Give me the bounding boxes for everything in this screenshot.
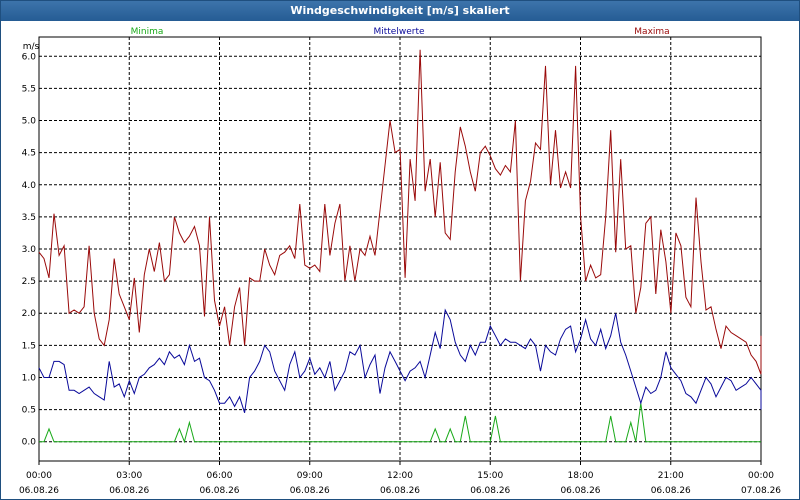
wind-speed-chart: 0.0 0.5 1.0 1.5 2.0 2.5 3.0 3.5 4.0 4.5 5.0 5.5 6.0 0…: [19, 27, 781, 496]
y-tick-label: 1.5: [22, 341, 36, 351]
y-tick-label: 2.5: [22, 277, 36, 287]
x-tick-date-label: 06.08.26: [470, 486, 510, 496]
x-tick-date-label: 06.08.26: [290, 486, 330, 496]
y-tick-label: 5.0: [22, 117, 37, 127]
x-tick-time-label: 09:00: [297, 471, 323, 481]
x-tick-time-label: 12:00: [387, 471, 413, 481]
legend-minima: Minima: [131, 27, 164, 37]
x-tick-date-label: 06.08.26: [19, 486, 59, 496]
x-tick-time-label: 06:00: [207, 471, 233, 481]
x-tick-date-label: 06.08.26: [380, 486, 420, 496]
y-tick-label: 0.5: [22, 406, 36, 416]
x-tick-time-label: 00:00: [748, 471, 774, 481]
legend-maxima: Maxima: [634, 27, 669, 37]
y-tick-label: 2.0: [22, 309, 37, 319]
x-tick-time-label: 03:00: [116, 471, 142, 481]
y-tick-label: 0.0: [22, 438, 37, 448]
y-axis-label: m/s: [23, 42, 40, 52]
x-tick-date-label: 07.08.26: [741, 486, 781, 496]
y-tick-label: 6.0: [22, 52, 37, 62]
y-tick-label: 4.0: [22, 181, 37, 191]
y-tick-label: 5.5: [22, 84, 36, 94]
x-tick-date-label: 06.08.26: [560, 486, 600, 496]
chart-window: Windgeschwindigkeit [m/s] skaliert 0.0 0.…: [0, 0, 800, 500]
x-tick-time-label: 21:00: [658, 471, 684, 481]
x-tick-date-label: 06.08.26: [199, 486, 239, 496]
x-tick-date-label: 06.08.26: [109, 486, 149, 496]
legend-mittelwerte: Mittelwerte: [373, 27, 424, 37]
x-tick-time-label: 15:00: [477, 471, 503, 481]
x-tick-time-label: 18:00: [568, 471, 594, 481]
x-tick-date-label: 06.08.26: [651, 486, 691, 496]
y-tick-label: 4.5: [22, 149, 36, 159]
y-tick-label: 3.5: [22, 213, 36, 223]
y-tick-label: 1.0: [22, 373, 37, 383]
x-tick-time-label: 00:00: [26, 471, 52, 481]
y-tick-label: 3.0: [22, 245, 37, 255]
